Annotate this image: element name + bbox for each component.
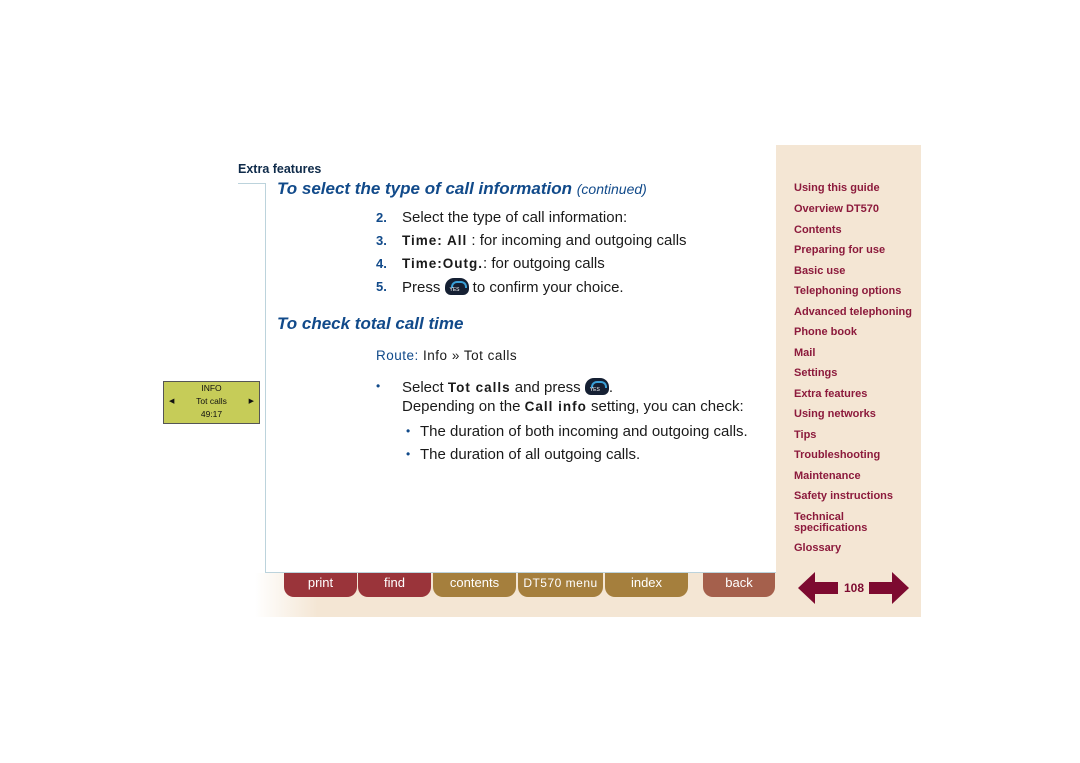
nav-technical-specifications[interactable]: Technical specifications [794, 512, 879, 534]
step: 3. Time: All : for incoming and outgoing … [376, 232, 687, 249]
nav-preparing[interactable]: Preparing for use [794, 245, 885, 256]
next-page-arrow-icon[interactable] [869, 572, 909, 604]
yes-key-icon [584, 378, 609, 395]
display-row: ◀ Tot calls ▶ [164, 395, 259, 408]
text: . [608, 379, 614, 396]
text: and press [510, 379, 585, 396]
nav-mail[interactable]: Mail [794, 348, 815, 359]
bullet-icon: • [406, 424, 411, 438]
back-button[interactable]: back [703, 573, 775, 597]
step-text: : for outgoing calls [483, 255, 605, 272]
section-title: Extra features [238, 162, 322, 176]
bullet-icon: • [376, 379, 381, 393]
arrow-right-icon: ▶ [248, 398, 254, 405]
contents-button[interactable]: contents [433, 573, 516, 597]
step-number: 2. [376, 210, 387, 225]
text: setting, you can check: [586, 398, 744, 415]
route-label: Route: [376, 348, 419, 363]
step-number: 4. [376, 256, 387, 271]
menu-option: Time: All [402, 233, 468, 248]
divider [265, 183, 266, 573]
nav-settings[interactable]: Settings [794, 368, 837, 379]
sub-bullet: • The duration of both incoming and outgo… [406, 423, 748, 440]
route-path: Info » Tot calls [423, 348, 518, 363]
display-item: Tot calls [196, 396, 227, 406]
arrow-left-icon: ◀ [169, 398, 175, 405]
nav-using-this-guide[interactable]: Using this guide [794, 183, 880, 194]
step: 4. Time:Outg.: for outgoing calls [376, 255, 605, 272]
step-text: to confirm your choice. [468, 279, 624, 296]
text: The duration of all outgoing calls. [420, 446, 641, 463]
text: Depending on the [402, 398, 525, 415]
step-number: 5. [376, 279, 387, 294]
display-title: INFO [201, 383, 222, 393]
nav-maintenance[interactable]: Maintenance [794, 471, 861, 482]
bullet-icon: • [406, 447, 411, 461]
nav-contents[interactable]: Contents [794, 225, 842, 236]
page-number: 108 [843, 581, 865, 595]
phone-display: INFO ◀ Tot calls ▶ 49:17 [163, 381, 260, 424]
nav-phone-book[interactable]: Phone book [794, 327, 857, 338]
index-button[interactable]: index [605, 573, 688, 597]
heading-select-type: To select the type of call information (… [277, 179, 647, 199]
bullet: • Select Tot calls and press . [376, 378, 614, 396]
setting-name: Call info [524, 399, 587, 414]
route: Route: Info » Tot calls [376, 348, 517, 363]
menu-option: Tot calls [447, 380, 511, 395]
nav-safety[interactable]: Safety instructions [794, 491, 893, 502]
display-value: 49:17 [200, 409, 223, 419]
heading-text: To select the type of call information [277, 179, 573, 198]
step-text: Select the type of call information: [402, 209, 628, 226]
sub-bullet: • The duration of all outgoing calls. [406, 446, 641, 463]
nav-using-networks[interactable]: Using networks [794, 409, 876, 420]
divider [238, 183, 266, 184]
nav-basic-use[interactable]: Basic use [794, 266, 845, 277]
nav-tips[interactable]: Tips [794, 430, 816, 441]
nav-extra-features[interactable]: Extra features [794, 389, 867, 400]
nav-glossary[interactable]: Glossary [794, 543, 841, 554]
step-number: 3. [376, 233, 387, 248]
print-button[interactable]: print [284, 573, 357, 597]
text: The duration of both incoming and outgoi… [420, 423, 748, 440]
nav-overview[interactable]: Overview DT570 [794, 204, 879, 215]
heading-total-call-time: To check total call time [277, 314, 464, 333]
yes-key-icon [444, 278, 469, 295]
step: 5. Press to confirm your choice. [376, 278, 624, 296]
nav-advanced-telephoning[interactable]: Advanced telephoning [794, 307, 912, 318]
previous-page-arrow-icon[interactable] [798, 572, 838, 604]
step-text: : for incoming and outgoing calls [467, 232, 687, 249]
step: 2. Select the type of call information: [376, 209, 628, 226]
nav-troubleshooting[interactable]: Troubleshooting [794, 450, 880, 461]
bullet-continuation: Depending on the Call info setting, you … [402, 398, 744, 415]
nav-telephoning-options[interactable]: Telephoning options [794, 286, 901, 297]
menu-option: Time:Outg. [402, 256, 484, 271]
find-button[interactable]: find [358, 573, 431, 597]
heading-suffix: (continued) [576, 181, 647, 197]
text: Select [402, 379, 448, 396]
menu-button[interactable]: DT570 menu [518, 573, 603, 597]
step-text: Press [402, 279, 445, 296]
